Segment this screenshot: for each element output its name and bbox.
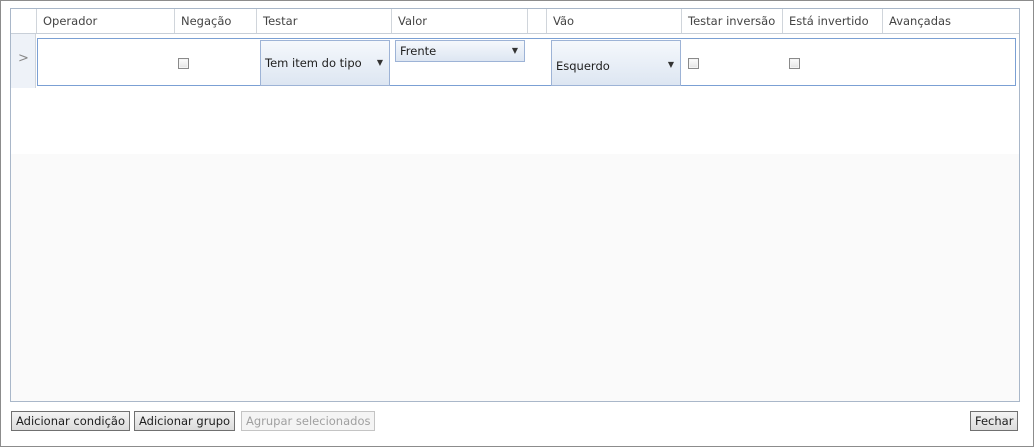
chevron-down-icon: ▼ (511, 46, 518, 55)
row-selector[interactable]: > (11, 34, 36, 88)
header-testar[interactable]: Testar (256, 9, 391, 33)
conditions-grid: Operador Negação Testar Valor Vão Testar… (10, 8, 1020, 402)
condition-row[interactable]: Tem item do tipo ▼ Frente ▼ Esquerdo ▼ (37, 38, 1016, 86)
negacao-checkbox[interactable] (178, 58, 189, 69)
current-row-indicator-icon: > (18, 51, 29, 66)
header-row-selector (11, 9, 36, 33)
header-testar-inversao[interactable]: Testar inversão (681, 9, 782, 33)
group-selected-button[interactable]: Agrupar selecionados (241, 411, 376, 431)
vao-dropdown-value: Esquerdo (556, 59, 610, 73)
esta-invertido-checkbox[interactable] (789, 58, 800, 69)
avancadas-cell[interactable] (883, 39, 1015, 85)
testar-dropdown[interactable]: Tem item do tipo ▼ (260, 40, 390, 86)
header-valor[interactable]: Valor (391, 9, 527, 33)
valor-dropdown[interactable]: Frente ▼ (395, 40, 525, 62)
valor-dropdown-value: Frente (400, 44, 437, 58)
header-vao[interactable]: Vão (546, 9, 681, 33)
header-blank[interactable] (527, 9, 546, 33)
add-condition-button[interactable]: Adicionar condição (11, 411, 130, 431)
close-button[interactable]: Fechar (970, 411, 1019, 431)
header-negacao[interactable]: Negação (174, 9, 256, 33)
operador-cell[interactable] (38, 39, 173, 85)
vao-dropdown[interactable]: Esquerdo ▼ (551, 40, 681, 86)
testar-inversao-checkbox[interactable] (688, 58, 699, 69)
testar-dropdown-value: Tem item do tipo (265, 56, 362, 70)
header-esta-invertido[interactable]: Está invertido (782, 9, 882, 33)
grid-header: Operador Negação Testar Valor Vão Testar… (11, 9, 1019, 34)
header-operador[interactable]: Operador (36, 9, 174, 33)
chevron-down-icon: ▼ (376, 58, 383, 67)
add-group-button[interactable]: Adicionar grupo (134, 411, 236, 431)
header-avancadas[interactable]: Avançadas (882, 9, 1019, 33)
chevron-down-icon: ▼ (667, 60, 674, 69)
